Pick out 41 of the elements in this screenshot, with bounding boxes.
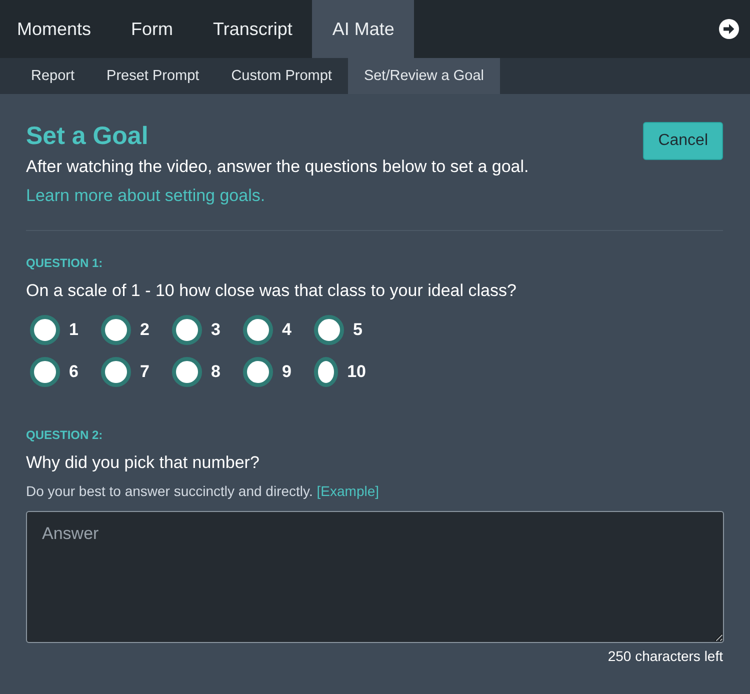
radio-button[interactable]: [172, 315, 202, 345]
option-label: 4: [282, 320, 292, 340]
tab[interactable]: Moments: [0, 0, 112, 58]
section-title: Set a Goal: [26, 122, 150, 151]
cancel-button[interactable]: Cancel: [643, 122, 723, 160]
radio-button[interactable]: [101, 315, 131, 345]
option-label: 6: [69, 362, 78, 382]
radio-button[interactable]: [243, 315, 273, 345]
question-label: QUESTION 1:: [26, 256, 104, 270]
intro-text: After watching the video, answer the questions below to set a goal.: [26, 157, 529, 177]
option-label: 5: [353, 320, 362, 340]
radio-button[interactable]: [243, 357, 273, 387]
tab[interactable]: AI Mate: [312, 0, 414, 58]
radio-button[interactable]: [172, 357, 202, 387]
tab[interactable]: Form: [111, 0, 194, 58]
option-label: 10: [347, 362, 366, 382]
sub-tab[interactable]: Custom Prompt: [215, 58, 348, 94]
example-link[interactable]: [Example]: [316, 483, 380, 499]
question-text: Why did you pick that number?: [26, 453, 260, 473]
character-counter: 250 characters left: [606, 648, 723, 664]
option-label: 9: [282, 362, 292, 382]
radio-button[interactable]: [314, 357, 338, 387]
question-text: On a scale of 1 - 10 how close was that class to your ideal class?: [26, 281, 518, 301]
arrow-right-icon[interactable]: [719, 19, 739, 39]
sub-tab[interactable]: Report: [15, 58, 91, 94]
sub-tab[interactable]: Preset Prompt: [90, 58, 216, 94]
option-label: 1: [69, 320, 78, 340]
answer-field[interactable]: Answer: [26, 511, 724, 643]
hint-text: Do your best to answer succinctly and directly. [Example]: [26, 483, 380, 499]
tab[interactable]: Transcript: [193, 0, 312, 58]
option-label: 8: [211, 362, 220, 382]
sub-tab[interactable]: Set/Review a Goal: [348, 58, 500, 94]
option-label: 3: [211, 320, 220, 340]
radio-button[interactable]: [101, 357, 131, 387]
radio-button[interactable]: [30, 357, 60, 387]
question-label: QUESTION 2:: [26, 428, 104, 442]
radio-button[interactable]: [30, 315, 60, 345]
option-label: 7: [140, 362, 150, 382]
learn-more-link[interactable]: Learn more about setting goals.: [26, 186, 266, 206]
radio-button[interactable]: [314, 315, 344, 345]
option-label: 2: [140, 320, 150, 340]
